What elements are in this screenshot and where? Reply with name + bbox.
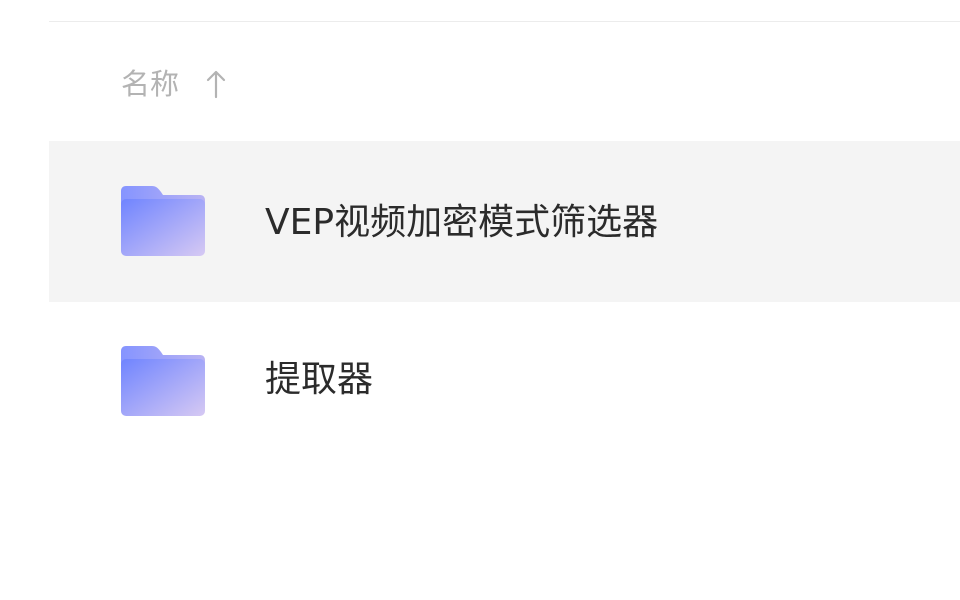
file-row-extractor[interactable]: 提取器	[49, 302, 960, 472]
file-list-page: 名称 VEP视频加密模式筛选器 提取器	[0, 0, 960, 600]
file-name: VEP视频加密模式筛选器	[265, 202, 659, 243]
file-name: 提取器	[265, 359, 374, 400]
file-list: VEP视频加密模式筛选器 提取器	[49, 141, 960, 472]
file-row-vep-filter[interactable]: VEP视频加密模式筛选器	[49, 141, 960, 302]
folder-icon	[121, 346, 205, 416]
column-header: 名称	[49, 52, 960, 118]
folder-icon	[121, 186, 205, 256]
arrow-up-icon[interactable]	[205, 68, 227, 100]
name-column-header[interactable]: 名称	[121, 66, 227, 102]
top-divider	[49, 21, 960, 22]
name-column-label: 名称	[121, 67, 180, 101]
